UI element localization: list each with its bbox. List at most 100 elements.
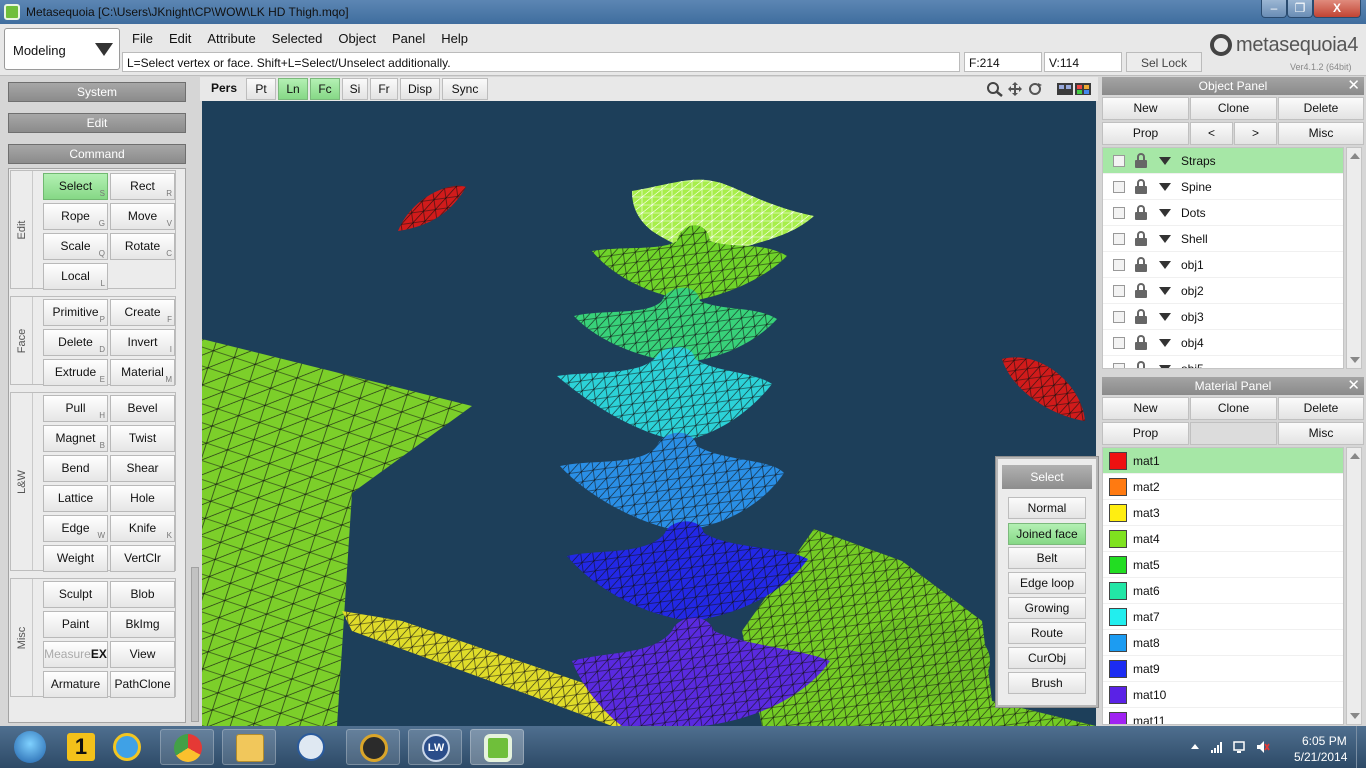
bkimg-command-button[interactable]: BkImg xyxy=(110,611,175,638)
material-row[interactable]: mat11 xyxy=(1103,708,1343,724)
zoom-icon[interactable] xyxy=(986,81,1004,97)
blob-command-button[interactable]: Blob xyxy=(110,581,175,608)
rotate-command-button[interactable]: Rotate C xyxy=(110,233,175,260)
material-row[interactable]: mat9 xyxy=(1103,656,1343,682)
hole-command-button[interactable]: Hole xyxy=(110,485,175,512)
paint-command-button[interactable]: Paint xyxy=(43,611,108,638)
weight-command-button[interactable]: Weight xyxy=(43,545,108,572)
material-row[interactable]: mat4 xyxy=(1103,526,1343,552)
bevel-command-button[interactable]: Bevel xyxy=(110,395,175,422)
material-row[interactable]: mat1 xyxy=(1103,448,1343,474)
select-normal-option[interactable]: Normal xyxy=(1008,497,1086,519)
invert-command-button[interactable]: Invert I xyxy=(110,329,175,356)
material-row[interactable]: mat3 xyxy=(1103,500,1343,526)
material-color-swatch[interactable] xyxy=(1109,660,1127,678)
view-si-button[interactable]: Si xyxy=(342,78,368,100)
scrollbar-thumb[interactable] xyxy=(191,567,199,722)
material-color-swatch[interactable] xyxy=(1109,608,1127,626)
object-delete-button[interactable]: Delete xyxy=(1278,97,1364,120)
command-panel-header[interactable]: Command xyxy=(8,144,186,164)
menu-file[interactable]: File xyxy=(124,28,161,48)
expand-triangle-icon[interactable] xyxy=(1159,235,1171,243)
maximize-button[interactable]: ❐ xyxy=(1287,0,1313,18)
material-command-button[interactable]: Material M xyxy=(110,359,175,386)
menu-attribute[interactable]: Attribute xyxy=(199,28,263,48)
left-panel-scrollbar[interactable] xyxy=(190,77,200,726)
visibility-checkbox[interactable] xyxy=(1113,285,1125,297)
material-color-swatch[interactable] xyxy=(1109,452,1127,470)
expand-triangle-icon[interactable] xyxy=(1159,157,1171,165)
select-belt-option[interactable]: Belt xyxy=(1008,547,1086,569)
object-row[interactable]: Dots xyxy=(1103,200,1343,226)
scale-command-button[interactable]: Scale Q xyxy=(43,233,108,260)
lock-icon[interactable] xyxy=(1134,231,1148,246)
select-edge-loop-option[interactable]: Edge loop xyxy=(1008,572,1086,594)
material-clone-button[interactable]: Clone xyxy=(1190,397,1277,420)
material-color-swatch[interactable] xyxy=(1109,686,1127,704)
pathclone-command-button[interactable]: PathClone xyxy=(110,671,175,698)
visibility-checkbox[interactable] xyxy=(1113,233,1125,245)
taskbar-metasequoia[interactable] xyxy=(470,729,524,765)
expand-triangle-icon[interactable] xyxy=(1159,183,1171,191)
minimize-button[interactable]: ‒ xyxy=(1261,0,1287,18)
material-row[interactable]: mat7 xyxy=(1103,604,1343,630)
show-hidden-icons-icon[interactable] xyxy=(1188,740,1202,754)
taskbar-hp-app[interactable] xyxy=(284,729,338,765)
clock-time[interactable]: 6:05 PM xyxy=(1302,734,1347,748)
lock-icon[interactable] xyxy=(1134,205,1148,220)
close-icon[interactable]: ✕ xyxy=(1347,377,1360,395)
sculpt-command-button[interactable]: Sculpt xyxy=(43,581,108,608)
select-command-button[interactable]: Select S xyxy=(43,173,108,200)
material-new-button[interactable]: New xyxy=(1102,397,1189,420)
material-list-scrollbar[interactable] xyxy=(1346,447,1362,725)
material-color-swatch[interactable] xyxy=(1109,556,1127,574)
delete-command-button[interactable]: Delete D xyxy=(43,329,108,356)
expand-triangle-icon[interactable] xyxy=(1159,287,1171,295)
material-color-swatch[interactable] xyxy=(1109,478,1127,496)
taskbar-file-explorer[interactable] xyxy=(222,729,276,765)
object-next-button[interactable]: > xyxy=(1234,122,1277,145)
3d-viewport[interactable] xyxy=(202,101,1096,726)
select-growing-option[interactable]: Growing xyxy=(1008,597,1086,619)
twist-command-button[interactable]: Twist xyxy=(110,425,175,452)
object-row[interactable]: Spine xyxy=(1103,174,1343,200)
edge-command-button[interactable]: Edge W xyxy=(43,515,108,542)
visibility-checkbox[interactable] xyxy=(1113,259,1125,271)
knife-command-button[interactable]: Knife K xyxy=(110,515,175,542)
title-bar[interactable]: Metasequoia [C:\Users\JKnight\CP\WOW\LK … xyxy=(0,0,1366,24)
view-pers-button[interactable]: Pers xyxy=(204,78,244,100)
material-row[interactable]: mat8 xyxy=(1103,630,1343,656)
visibility-checkbox[interactable] xyxy=(1113,207,1125,219)
local-command-button[interactable]: Local L xyxy=(43,263,108,290)
magnet-command-button[interactable]: Magnet B xyxy=(43,425,108,452)
sel-lock-button[interactable]: Sel Lock xyxy=(1126,52,1202,72)
object-row[interactable]: obj4 xyxy=(1103,330,1343,356)
menu-selected[interactable]: Selected xyxy=(264,28,331,48)
edit-panel-header[interactable]: Edit xyxy=(8,113,186,133)
view-sync-button[interactable]: Sync xyxy=(442,78,488,100)
taskbar-world-of-warcraft[interactable] xyxy=(346,729,400,765)
volume-muted-icon[interactable] xyxy=(1256,740,1270,754)
pull-command-button[interactable]: Pull H xyxy=(43,395,108,422)
object-row[interactable]: obj3 xyxy=(1103,304,1343,330)
taskbar-chrome[interactable] xyxy=(160,729,214,765)
object-row[interactable]: obj2 xyxy=(1103,278,1343,304)
move-command-button[interactable]: Move V xyxy=(110,203,175,230)
object-row[interactable]: Straps xyxy=(1103,148,1343,174)
view-pt-button[interactable]: Pt xyxy=(246,78,276,100)
start-button[interactable] xyxy=(8,729,52,765)
view-disp-button[interactable]: Disp xyxy=(400,78,440,100)
signal-icon[interactable] xyxy=(1210,740,1224,754)
view-fr-button[interactable]: Fr xyxy=(370,78,398,100)
mode-select[interactable]: Modeling xyxy=(4,28,120,70)
taskbar-internet-explorer[interactable] xyxy=(100,729,154,765)
taskbar-lightwave[interactable]: LW xyxy=(408,729,462,765)
show-desktop-button[interactable] xyxy=(1356,726,1366,768)
rect-command-button[interactable]: Rect R xyxy=(110,173,175,200)
menu-edit[interactable]: Edit xyxy=(161,28,199,48)
object-list-scrollbar[interactable] xyxy=(1346,147,1362,369)
view-ln-button[interactable]: Ln xyxy=(278,78,308,100)
measure-command-button[interactable]: MeasureEX xyxy=(43,641,108,668)
material-color-swatch[interactable] xyxy=(1109,530,1127,548)
select-curobj-option[interactable]: CurObj xyxy=(1008,647,1086,669)
